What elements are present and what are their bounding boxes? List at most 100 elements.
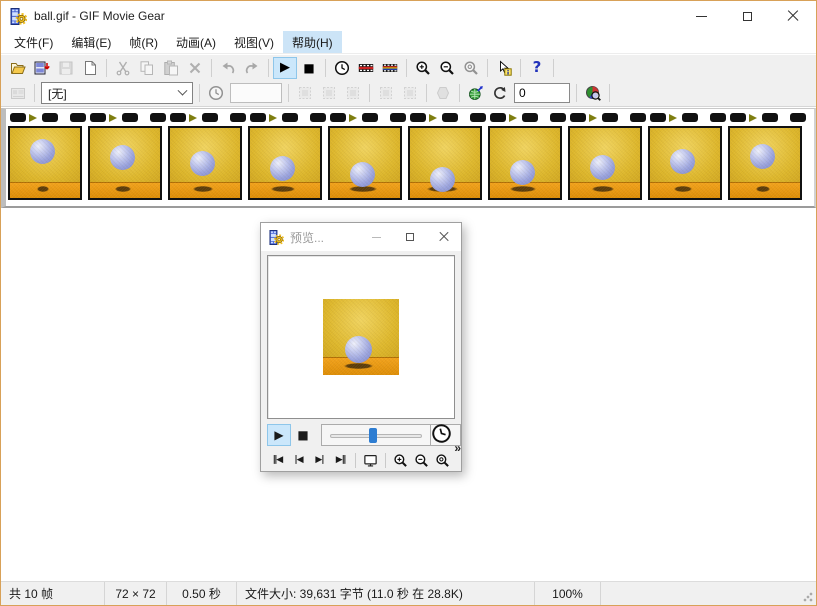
preview-play-button[interactable]: ▶ [267, 424, 291, 446]
preview-last-frame-button[interactable]: ▶∥ [330, 450, 351, 470]
preview-frame-image [323, 299, 399, 375]
stop-button[interactable]: ■ [297, 57, 321, 79]
sprocket-hole [70, 113, 86, 122]
sprocket-hole [550, 113, 566, 122]
play-button[interactable]: ▶ [273, 57, 297, 79]
slider-thumb[interactable] [369, 428, 377, 443]
delay-input [230, 83, 282, 103]
film-frame-3[interactable] [168, 126, 242, 200]
scene-floor [650, 182, 720, 198]
sprocket-hole [682, 113, 698, 122]
help-button[interactable]: ? [525, 57, 549, 79]
menu-help[interactable]: 帮助(H) [283, 31, 342, 53]
prev-frame-icon: |◀ [294, 456, 302, 465]
film-frame-5[interactable] [328, 126, 402, 200]
film-frame-10[interactable] [728, 126, 802, 200]
loop-count-button[interactable] [488, 82, 512, 104]
loop-input[interactable] [514, 83, 570, 103]
preview-zoom-in-button[interactable] [390, 450, 411, 470]
filmstrip-multi-button[interactable] [378, 57, 402, 79]
save-button [54, 57, 78, 79]
preview-canvas [267, 255, 455, 419]
filmstrip-single-button[interactable] [354, 57, 378, 79]
preview-next-frame-button[interactable]: ▶| [309, 450, 330, 470]
preview-title-bar[interactable]: 预览... [261, 223, 461, 251]
copy-icon [139, 60, 155, 76]
transition-select[interactable]: [无] [41, 82, 193, 104]
sprocket-hole [570, 113, 586, 122]
toolbar-separator [106, 59, 107, 77]
ball-shadow [193, 186, 212, 192]
filmstrip-multi-icon [382, 60, 398, 76]
play-icon: ▶ [280, 61, 290, 74]
preview-first-frame-button[interactable]: ∥◀ [267, 450, 288, 470]
close-button[interactable] [770, 1, 816, 31]
maximize-button[interactable] [724, 1, 770, 31]
menu-frame[interactable]: 帧(R) [120, 31, 167, 53]
new-button[interactable] [78, 57, 102, 79]
resize-grip[interactable] [803, 592, 813, 602]
zoom-in-button[interactable] [411, 57, 435, 79]
zoom-out-button[interactable] [435, 57, 459, 79]
frame-edit-button [293, 82, 317, 104]
frame-marker-icon [29, 114, 37, 122]
context-help-button[interactable] [492, 57, 516, 79]
status-filler [601, 582, 816, 605]
ball [345, 336, 372, 363]
ball-scene [170, 128, 240, 198]
generic-icon [402, 85, 418, 101]
generic-icon [297, 85, 313, 101]
preview-stop-button[interactable]: ■ [291, 424, 315, 446]
toolbar-separator [487, 59, 488, 77]
preview-zoom-out-button[interactable] [411, 450, 432, 470]
preview-prev-frame-button[interactable]: |◀ [288, 450, 309, 470]
first-frame-icon: ∥◀ [273, 456, 282, 465]
menu-view[interactable]: 视图(V) [225, 31, 283, 53]
add-frames-button[interactable] [30, 57, 54, 79]
toolbar-separator [199, 84, 200, 102]
frame-slider[interactable] [322, 425, 430, 445]
frame-marker-icon [749, 114, 757, 122]
menu-file[interactable]: 文件(F) [5, 31, 62, 53]
film-frame-7[interactable] [488, 126, 562, 200]
scene-floor [10, 182, 80, 198]
palette-view-button[interactable] [581, 82, 605, 104]
film-frame-1[interactable] [8, 126, 82, 200]
menu-animation[interactable]: 动画(A) [167, 31, 225, 53]
frame-toolbar: [无] [1, 80, 816, 107]
delete-icon [187, 60, 203, 76]
frame-properties-button [6, 82, 30, 104]
film-frame-2[interactable] [88, 126, 162, 200]
toolbar-overflow-button[interactable]: » [431, 423, 465, 457]
ball [110, 145, 135, 170]
sprocket-hole [250, 113, 266, 122]
film-frame-4[interactable] [248, 126, 322, 200]
minimize-button[interactable] [678, 1, 724, 31]
preview-actual-size-button[interactable] [360, 450, 381, 470]
toolbar-separator [355, 453, 356, 468]
scene-floor [730, 182, 800, 198]
open-button[interactable] [6, 57, 30, 79]
close-icon [439, 232, 449, 242]
preview-close-button[interactable] [427, 223, 461, 251]
sprocket-hole [122, 113, 138, 122]
preview-transport-row: ∥◀ |◀ ▶|▶∥ [267, 449, 453, 471]
browser-preview-button[interactable] [464, 82, 488, 104]
toolbar-separator [520, 59, 521, 77]
menu-edit[interactable]: 编辑(E) [62, 31, 120, 53]
stop-icon: ■ [297, 429, 308, 441]
frame-marker-icon [669, 114, 677, 122]
zoom-in-icon [393, 453, 408, 468]
ball-scene [90, 128, 160, 198]
preview-minimize-button[interactable] [359, 223, 393, 251]
preview-maximize-button[interactable] [393, 223, 427, 251]
frame-restore-button [317, 82, 341, 104]
ball [430, 167, 455, 192]
timing-button[interactable] [330, 57, 354, 79]
sprocket-hole [730, 113, 746, 122]
copy-button [135, 57, 159, 79]
film-frame-9[interactable] [648, 126, 722, 200]
generic-icon [345, 85, 361, 101]
film-frame-8[interactable] [568, 126, 642, 200]
film-frame-6[interactable] [408, 126, 482, 200]
